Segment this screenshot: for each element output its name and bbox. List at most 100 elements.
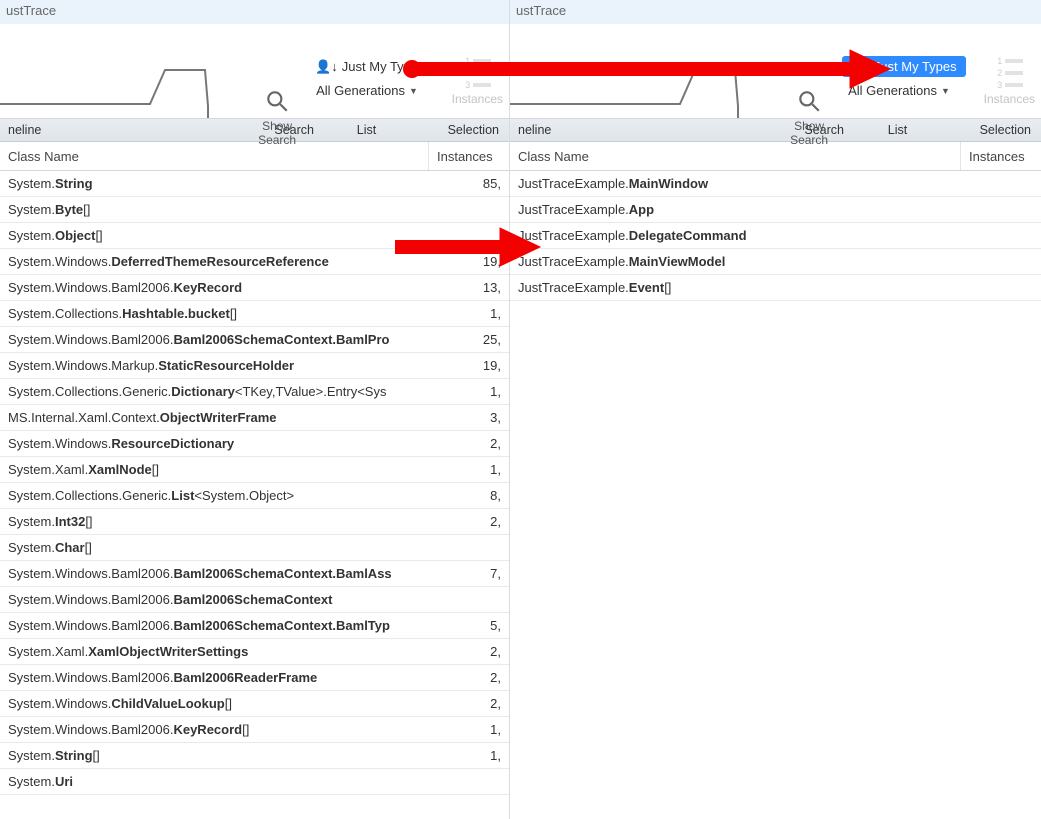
class-bold: Char: [55, 540, 85, 555]
class-prefix: System.Xaml.: [8, 462, 88, 477]
class-bold: Int32: [55, 514, 85, 529]
class-name-cell: System.Collections.Hashtable.bucket[]: [0, 306, 429, 321]
table-row[interactable]: System.Windows.DeferredThemeResourceRefe…: [0, 249, 509, 275]
table-row[interactable]: System.String[]1,: [0, 743, 509, 769]
class-bold: StaticResourceHolder: [158, 358, 294, 373]
table-row[interactable]: System.Windows.Baml2006.KeyRecord13,: [0, 275, 509, 301]
table-row[interactable]: System.Byte[]: [0, 197, 509, 223]
data-table-right: JustTraceExample.MainWindowJustTraceExam…: [510, 171, 1041, 301]
instances-cell: 19,: [429, 358, 509, 373]
all-generations-label: All Generations: [316, 83, 405, 98]
just-my-types-button[interactable]: 👤↓ Just My Types: [310, 56, 434, 77]
show-search-button[interactable]: ShowSearch: [782, 56, 836, 150]
table-row[interactable]: System.String85,: [0, 171, 509, 197]
table-row[interactable]: JustTraceExample.App: [510, 197, 1041, 223]
class-name-cell: System.Windows.ResourceDictionary: [0, 436, 429, 451]
instances-cell: 2,: [429, 670, 509, 685]
just-my-types-button-active[interactable]: 👤↓ Just My Types: [842, 56, 966, 77]
just-my-types-label: Just My Types: [874, 59, 957, 74]
class-prefix: JustTraceExample.: [518, 254, 629, 269]
class-suffix: <TKey,TValue>.Entry<Sys: [235, 384, 387, 399]
list-numbered-icon: 1 2 3: [463, 56, 491, 90]
class-bold: Baml2006ReaderFrame: [173, 670, 317, 685]
just-my-types-label: Just My Types: [342, 59, 425, 74]
class-suffix: []: [152, 462, 159, 477]
timeline-area-left: ShowSearch 👤↓ Just My Types All Generati…: [0, 24, 509, 119]
class-name-cell: System.Windows.ChildValueLookup[]: [0, 696, 429, 711]
table-row[interactable]: System.Windows.Baml2006.Baml2006ReaderFr…: [0, 665, 509, 691]
class-prefix: System.: [8, 514, 55, 529]
class-prefix: System.Xaml.: [8, 644, 88, 659]
class-bold: Baml2006SchemaContext.BamlTyp: [173, 618, 390, 633]
left-pane: ustTrace ShowSearch 👤↓ Just My Types: [0, 0, 510, 819]
table-row[interactable]: System.Uri: [0, 769, 509, 795]
class-name-cell: System.Windows.Baml2006.Baml2006ReaderFr…: [0, 670, 429, 685]
class-prefix: System.Windows.Baml2006.: [8, 592, 173, 607]
class-prefix: System.: [8, 748, 55, 763]
class-prefix: System.Windows.Baml2006.: [8, 618, 173, 633]
table-row[interactable]: System.Windows.Baml2006.Baml2006SchemaCo…: [0, 561, 509, 587]
show-search-button[interactable]: ShowSearch: [250, 56, 304, 150]
class-name-cell: System.String[]: [0, 748, 429, 763]
class-suffix: []: [664, 280, 671, 295]
class-bold: String: [55, 176, 93, 191]
table-row[interactable]: System.Int32[]2,: [0, 509, 509, 535]
section-timeline: neline: [0, 123, 96, 137]
class-bold: KeyRecord: [173, 722, 242, 737]
table-row[interactable]: System.Xaml.XamlNode[]1,: [0, 457, 509, 483]
class-suffix: []: [230, 306, 237, 321]
class-bold: ChildValueLookup: [111, 696, 224, 711]
class-prefix: JustTraceExample.: [518, 176, 629, 191]
instances-label: Instances: [452, 92, 503, 106]
table-row[interactable]: System.Windows.Baml2006.Baml2006SchemaCo…: [0, 613, 509, 639]
table-row[interactable]: System.Object[]: [0, 223, 509, 249]
class-name-cell: System.Windows.Markup.StaticResourceHold…: [0, 358, 429, 373]
table-row[interactable]: System.Windows.Baml2006.Baml2006SchemaCo…: [0, 587, 509, 613]
table-row[interactable]: System.Xaml.XamlObjectWriterSettings2,: [0, 639, 509, 665]
class-prefix: JustTraceExample.: [518, 202, 629, 217]
instances-cell: 2,: [429, 644, 509, 659]
class-bold: ObjectWriterFrame: [160, 410, 277, 425]
instances-cell: 1,: [429, 722, 509, 737]
class-bold: Byte: [55, 202, 83, 217]
all-generations-button[interactable]: All Generations ▼: [310, 81, 424, 100]
table-row[interactable]: System.Windows.Baml2006.Baml2006SchemaCo…: [0, 327, 509, 353]
table-row[interactable]: System.Windows.Baml2006.KeyRecord[]1,: [0, 717, 509, 743]
table-row[interactable]: MS.Internal.Xaml.Context.ObjectWriterFra…: [0, 405, 509, 431]
table-row[interactable]: System.Collections.Hashtable.bucket[]1,: [0, 301, 509, 327]
chevron-down-icon: ▼: [941, 86, 950, 96]
data-table-left: System.String85,System.Byte[]System.Obje…: [0, 171, 509, 795]
class-bold: Uri: [55, 774, 73, 789]
timeline-chart-icon: [0, 24, 240, 118]
class-prefix: MS.Internal.Xaml.Context.: [8, 410, 160, 425]
class-prefix: System.Windows.Baml2006.: [8, 332, 173, 347]
table-row[interactable]: System.Collections.Generic.Dictionary<TK…: [0, 379, 509, 405]
table-row[interactable]: JustTraceExample.MainViewModel: [510, 249, 1041, 275]
class-bold: List: [171, 488, 194, 503]
table-row[interactable]: System.Windows.Markup.StaticResourceHold…: [0, 353, 509, 379]
header-instances[interactable]: Instances: [961, 149, 1041, 164]
class-name-cell: System.Object[]: [0, 228, 429, 243]
table-row[interactable]: System.Windows.ChildValueLookup[]2,: [0, 691, 509, 717]
class-name-cell: System.Int32[]: [0, 514, 429, 529]
table-row[interactable]: JustTraceExample.Event[]: [510, 275, 1041, 301]
instances-selection-button: 1 2 3 Instances: [446, 56, 509, 150]
instances-cell: 2,: [429, 696, 509, 711]
class-prefix: System.Windows.Baml2006.: [8, 280, 173, 295]
class-bold: Object: [55, 228, 95, 243]
all-generations-button[interactable]: All Generations ▼: [842, 81, 956, 100]
class-suffix: []: [225, 696, 232, 711]
timeline-chart-icon: [510, 24, 750, 118]
class-bold: String: [55, 748, 93, 763]
table-row[interactable]: System.Windows.ResourceDictionary2,: [0, 431, 509, 457]
table-row[interactable]: JustTraceExample.MainWindow: [510, 171, 1041, 197]
table-row[interactable]: System.Collections.Generic.List<System.O…: [0, 483, 509, 509]
class-prefix: JustTraceExample.: [518, 228, 629, 243]
class-suffix: []: [85, 540, 92, 555]
app-title-text: ustTrace: [6, 3, 56, 18]
table-row[interactable]: System.Char[]: [0, 535, 509, 561]
instances-selection-button: 1 2 3 Instances: [978, 56, 1041, 150]
table-row[interactable]: JustTraceExample.DelegateCommand: [510, 223, 1041, 249]
header-instances[interactable]: Instances: [429, 149, 509, 164]
class-bold: Baml2006SchemaContext.BamlPro: [173, 332, 389, 347]
